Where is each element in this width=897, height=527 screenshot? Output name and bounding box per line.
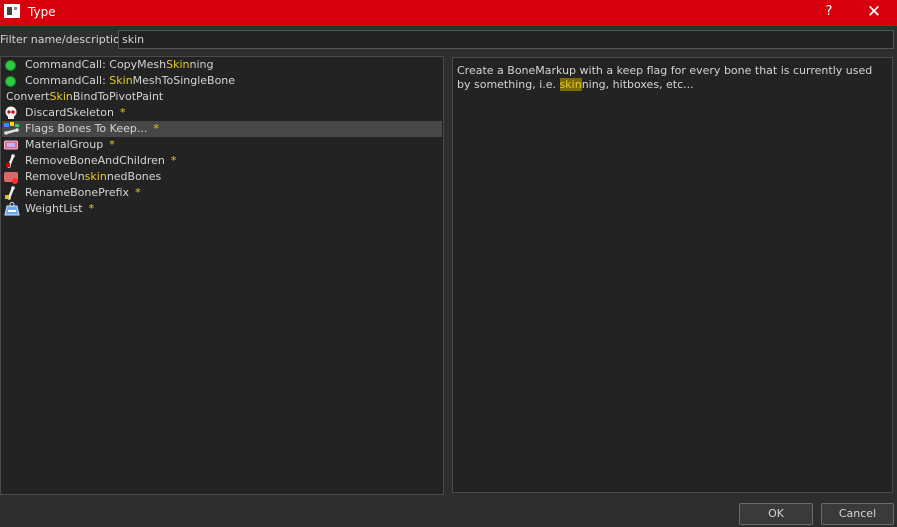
description-text-end: ning, hitboxes, etc... (581, 78, 694, 91)
green-circle-icon (5, 76, 16, 87)
description-highlight: skin (559, 78, 582, 91)
list-item[interactable]: CommandCall: SkinMeshToSingleBone (2, 73, 442, 89)
type-list[interactable]: CommandCall: CopyMeshSkinning CommandCal… (0, 56, 444, 495)
green-circle-icon (5, 60, 16, 71)
weight-icon (4, 202, 20, 216)
window-title: Type (28, 5, 56, 19)
material-icon (4, 138, 18, 152)
filter-label: Filter name/description: (0, 33, 131, 46)
list-item[interactable]: RemoveBoneAndChildren * (2, 153, 442, 169)
remove-unskinned-icon (4, 170, 18, 184)
list-item[interactable]: MaterialGroup * (2, 137, 442, 153)
description-panel: Create a BoneMarkup with a keep flag for… (452, 57, 893, 493)
title-bar: Type ? ✕ (0, 0, 897, 26)
skull-icon (4, 106, 18, 120)
bone-rename-icon (4, 186, 18, 200)
list-item[interactable]: RenameBonePrefix * (2, 185, 442, 201)
window-icon (4, 4, 20, 18)
list-item[interactable]: CommandCall: CopyMeshSkinning (2, 57, 442, 73)
filter-input[interactable] (118, 30, 894, 49)
cancel-button[interactable]: Cancel (821, 503, 894, 525)
list-item-selected[interactable]: Flags Bones To Keep... * (2, 121, 442, 137)
help-button[interactable]: ? (819, 3, 839, 23)
list-item[interactable]: WeightList * (2, 201, 442, 217)
bone-flags-icon (4, 122, 19, 136)
close-button[interactable]: ✕ (862, 2, 886, 24)
list-item[interactable]: DiscardSkeleton * (2, 105, 442, 121)
ok-button[interactable]: OK (739, 503, 813, 525)
bone-remove-icon (4, 154, 18, 168)
list-item[interactable]: RemoveUnskinnedBones (2, 169, 442, 185)
list-item[interactable]: ConvertSkinBindToPivotPaint (2, 89, 442, 105)
